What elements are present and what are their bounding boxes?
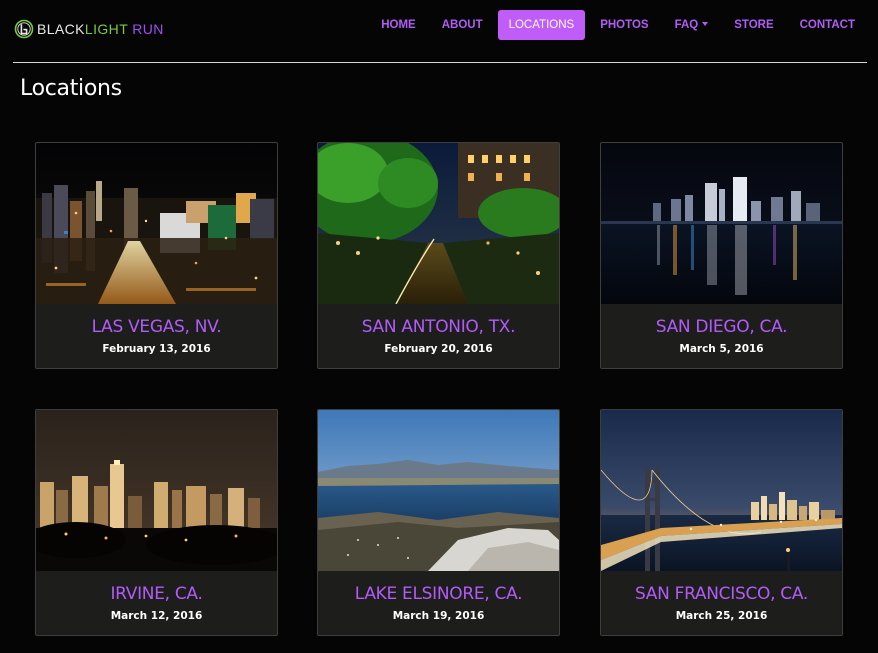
card-body: IRVINE, CA. March 12, 2016 — [36, 584, 277, 623]
brand-light: LIGHT — [84, 21, 128, 37]
nav-item-label: HOME — [381, 19, 416, 31]
nav-item-contact[interactable]: CONTACT — [789, 10, 866, 40]
main-nav: HOME ABOUT LOCATIONS PHOTOS FAQ STORE CO… — [366, 10, 866, 40]
header-divider — [13, 62, 867, 63]
riverwalk-night-icon — [318, 143, 559, 304]
brand-black: BLACK — [37, 21, 85, 37]
nav-item-label: ABOUT — [441, 19, 483, 31]
brand-run: RUN — [127, 21, 164, 37]
card-body: LAS VEGAS, NV. February 13, 2016 — [36, 317, 277, 356]
location-name: SAN ANTONIO, TX. — [361, 317, 516, 337]
location-card-irvine[interactable]: IRVINE, CA. March 12, 2016 — [35, 409, 278, 636]
location-date: February 13, 2016 — [102, 343, 211, 355]
city-night-strip-icon — [36, 143, 277, 304]
skyline-reflection-icon — [601, 143, 842, 304]
location-date: March 25, 2016 — [675, 610, 768, 622]
brand-logo[interactable]: BLACKLIGHT RUN — [14, 18, 164, 40]
location-name: IRVINE, CA. — [110, 584, 203, 604]
nav-item-label: LOCATIONS — [508, 19, 575, 31]
location-name: SAN DIEGO, CA. — [655, 317, 788, 337]
city-night-skyline-icon — [36, 410, 277, 571]
logo-mark-icon — [14, 19, 34, 39]
card-body: SAN FRANCISCO, CA. March 25, 2016 — [601, 584, 842, 623]
location-card-san-antonio[interactable]: SAN ANTONIO, TX. February 20, 2016 — [317, 142, 560, 369]
bridge-dusk-icon — [601, 410, 842, 571]
location-name: SAN FRANCISCO, CA. — [634, 584, 809, 604]
page-title: Locations — [20, 76, 122, 101]
location-card-san-francisco[interactable]: SAN FRANCISCO, CA. March 25, 2016 — [600, 409, 843, 636]
nav-item-faq[interactable]: FAQ — [664, 10, 720, 40]
location-date: March 12, 2016 — [110, 610, 203, 622]
location-date: March 19, 2016 — [392, 610, 485, 622]
nav-item-label: FAQ — [674, 19, 699, 31]
locations-grid: LAS VEGAS, NV. February 13, 2016 SAN ANT… — [35, 142, 845, 638]
nav-item-home[interactable]: HOME — [370, 10, 427, 40]
location-card-san-diego[interactable]: SAN DIEGO, CA. March 5, 2016 — [600, 142, 843, 369]
card-body: SAN DIEGO, CA. March 5, 2016 — [601, 317, 842, 356]
location-name: LAS VEGAS, NV. — [91, 317, 222, 337]
location-card-lake-elsinore[interactable]: LAKE ELSINORE, CA. March 19, 2016 — [317, 409, 560, 636]
lake-landscape-icon — [318, 410, 559, 571]
navbar: BLACKLIGHT RUN HOME ABOUT LOCATIONS PHOT… — [0, 0, 878, 52]
card-body: SAN ANTONIO, TX. February 20, 2016 — [318, 317, 559, 356]
location-date: February 20, 2016 — [384, 343, 493, 355]
nav-item-locations[interactable]: LOCATIONS — [497, 10, 586, 40]
location-name: LAKE ELSINORE, CA. — [354, 584, 523, 604]
nav-item-photos[interactable]: PHOTOS — [589, 10, 659, 40]
nav-item-about[interactable]: ABOUT — [431, 10, 494, 40]
location-card-las-vegas[interactable]: LAS VEGAS, NV. February 13, 2016 — [35, 142, 278, 369]
nav-item-label: PHOTOS — [600, 19, 649, 31]
card-body: LAKE ELSINORE, CA. March 19, 2016 — [318, 584, 559, 623]
location-date: March 5, 2016 — [679, 343, 764, 355]
caret-down-icon — [702, 21, 709, 26]
brand-name: BLACKLIGHT RUN — [37, 19, 164, 39]
nav-item-store[interactable]: STORE — [723, 10, 784, 40]
nav-item-label: STORE — [734, 19, 774, 31]
nav-item-label: CONTACT — [799, 19, 855, 31]
